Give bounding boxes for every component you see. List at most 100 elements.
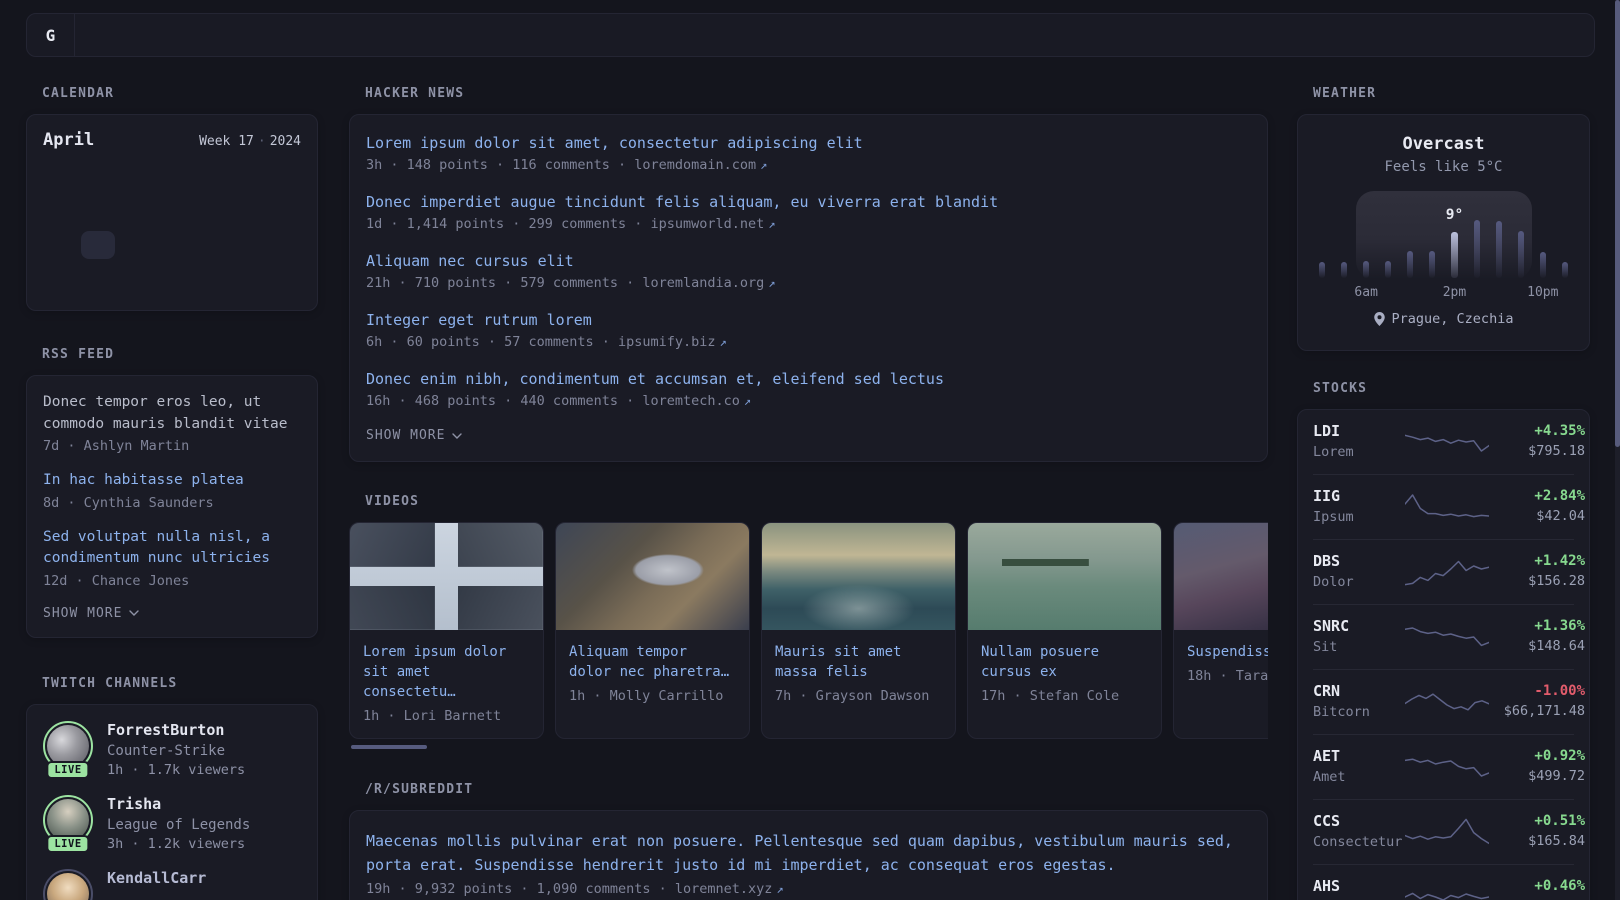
stock-id: LDI Lorem [1313, 422, 1405, 461]
external-link-icon: ↗ [776, 882, 784, 896]
video-meta: 18h · Tara [1187, 668, 1268, 684]
hackernews-item-title-link[interactable]: Donec imperdiet augue tincidunt felis al… [366, 192, 1251, 213]
calendar-section-title: CALENDAR [42, 86, 115, 101]
video-thumbnail [556, 523, 749, 630]
hackernews-item-title-link[interactable]: Integer eget rutrum lorem [366, 310, 1251, 331]
calendar-day[interactable] [229, 262, 263, 290]
stock-change: +0.51% [1534, 813, 1585, 829]
weather-bar [1407, 251, 1414, 278]
hackernews-item-title-link[interactable]: Donec enim nibh, condimentum et accumsan… [366, 369, 1251, 390]
video-card[interactable]: Mauris sit amet massa felis 7h · Grayson… [761, 522, 956, 739]
video-card[interactable]: Lorem ipsum dolor sit amet consectetu… 1… [349, 522, 544, 739]
stock-change: +0.92% [1534, 748, 1585, 764]
hackernews-item-title-link[interactable]: Lorem ipsum dolor sit amet, consectetur … [366, 133, 1251, 154]
external-link-icon: ↗ [768, 276, 776, 290]
calendar-day[interactable] [266, 200, 300, 228]
weather-bar [1319, 262, 1325, 278]
twitch-section: TWITCH CHANNELS LIVE ForrestBurton Count… [26, 676, 318, 900]
twitch-avatar-wrap: LIVE [43, 720, 93, 779]
twitch-channel-name-link[interactable]: Trisha [107, 795, 250, 813]
calendar-dow [80, 163, 117, 187]
twitch-channel-row: LIVE KendallCarr [43, 868, 301, 900]
calendar-day[interactable] [81, 262, 115, 290]
calendar-day[interactable] [266, 262, 300, 290]
weather-chart: 6am 9° 2pm 10pm [1319, 191, 1569, 300]
hackernews-item-domain-link[interactable]: ipsumify.biz ↗ [618, 334, 727, 350]
hackernews-item-domain: loremlandia.org [642, 275, 765, 291]
hackernews-show-more-button[interactable]: SHOW MORE [366, 428, 463, 443]
hackernews-item-meta: 3h · 148 points · 116 comments · loremdo… [366, 157, 1251, 173]
video-title-link[interactable]: Suspendisse diam [1187, 642, 1268, 662]
weather-bar-slot [1473, 219, 1480, 278]
subreddit-post: Maecenas mollis pulvinar erat non posuer… [366, 829, 1251, 897]
stock-name: Amet [1313, 769, 1346, 785]
video-title-link[interactable]: Mauris sit amet massa felis [775, 642, 942, 682]
calendar-day[interactable] [229, 200, 263, 228]
rss-item-title-link[interactable]: Sed volutpat nulla nisl, a condimentum n… [43, 527, 301, 570]
subreddit-post-meta-text: 19h · 9,932 points · 1,090 comments · [366, 881, 667, 897]
rss-item-title-link[interactable]: In hac habitasse platea [43, 470, 301, 492]
weather-bar-slot [1319, 219, 1326, 278]
calendar-day[interactable] [44, 262, 78, 290]
stock-change: +1.36% [1534, 618, 1585, 634]
weather-time-label: 2pm [1442, 285, 1467, 300]
stock-row[interactable]: CRN Bitcorn -1.00% $66,171.48 [1313, 669, 1585, 734]
subreddit-post-title-link[interactable]: Maecenas mollis pulvinar erat non posuer… [366, 829, 1251, 877]
video-title-link[interactable]: Lorem ipsum dolor sit amet consectetu… [363, 642, 530, 702]
hackernews-item-domain-link[interactable]: ipsumworld.net ↗ [650, 216, 775, 232]
calendar-day[interactable] [155, 200, 189, 228]
hackernews-item-domain-link[interactable]: loremdomain.com ↗ [634, 157, 767, 173]
hackernews-item-meta: 1d · 1,414 points · 299 comments · ipsum… [366, 216, 1251, 232]
calendar-day[interactable] [81, 231, 116, 259]
calendar-day[interactable] [81, 200, 115, 228]
twitch-channel-row: LIVE Trisha League of Legends 3h · 1.2k … [43, 794, 301, 853]
rss-show-more-button[interactable]: SHOW MORE [43, 606, 140, 621]
subreddit-post-meta: 19h · 9,932 points · 1,090 comments · lo… [366, 881, 1251, 897]
stock-row[interactable]: AET Amet +0.92% $499.72 [1313, 734, 1585, 799]
stock-row[interactable]: IIG Ipsum +2.84% $42.04 [1313, 474, 1585, 539]
video-card[interactable]: Nullam posuere cursus ex 17h · Stefan Co… [967, 522, 1162, 739]
video-card[interactable]: Aliquam tempor dolor nec pharetra… 1h · … [555, 522, 750, 739]
stock-price: $148.64 [1528, 638, 1585, 654]
calendar-day[interactable] [192, 262, 226, 290]
calendar-day[interactable] [44, 200, 78, 228]
subreddit-post-domain-link[interactable]: loremnet.xyz ↗ [675, 881, 784, 897]
stock-sparkline [1405, 818, 1489, 844]
weather-bars: 6am 9° 2pm 10pm [1319, 207, 1569, 300]
stock-row[interactable]: LDI Lorem +4.35% $795.18 [1313, 410, 1585, 474]
weather-bar-slot [1429, 219, 1436, 278]
video-meta: 1h · Lori Barnett [363, 708, 502, 724]
calendar-day[interactable] [155, 262, 189, 290]
hackernews-item-domain-link[interactable]: loremtech.co ↗ [642, 393, 751, 409]
calendar-day[interactable] [266, 231, 300, 259]
stock-row[interactable]: AHS +0.46% [1313, 864, 1585, 900]
calendar-day[interactable] [192, 200, 226, 228]
weather-feels-like: Feels like 5°C [1384, 159, 1503, 175]
calendar-day[interactable] [44, 231, 78, 259]
weather-temp-label: 9° [1445, 207, 1464, 223]
calendar-day[interactable] [118, 200, 152, 228]
video-card[interactable]: Suspendisse diam 18h · Tara [1173, 522, 1268, 739]
calendar-day[interactable] [118, 262, 152, 290]
calendar-day[interactable] [118, 231, 152, 259]
page-scrollbar-thumb[interactable] [1615, 0, 1620, 447]
stock-row[interactable]: SNRC Sit +1.36% $148.64 [1313, 604, 1585, 669]
video-title-link[interactable]: Aliquam tempor dolor nec pharetra… [569, 642, 736, 682]
app-logo[interactable]: G [27, 14, 75, 56]
right-column: WEATHER Overcast Feels like 5°C 6am 9° 2… [1297, 86, 1590, 900]
calendar-day[interactable] [229, 231, 263, 259]
calendar-day[interactable] [192, 231, 226, 259]
videos-scrollbar[interactable] [351, 745, 427, 749]
stock-values: -1.00% $66,171.48 [1489, 683, 1585, 720]
hackernews-item-domain-link[interactable]: loremlandia.org ↗ [642, 275, 775, 291]
twitch-channel-name-link[interactable]: KendallCarr [107, 869, 206, 887]
rss-item-title-link[interactable]: Donec tempor eros leo, ut commodo mauris… [43, 392, 301, 435]
video-thumbnail [1174, 523, 1268, 630]
calendar-day[interactable] [155, 231, 189, 259]
stock-row[interactable]: DBS Dolor +1.42% $156.28 [1313, 539, 1585, 604]
hackernews-item-title-link[interactable]: Aliquam nec cursus elit [366, 251, 1251, 272]
video-title-link[interactable]: Nullam posuere cursus ex [981, 642, 1148, 682]
twitch-channel-name-link[interactable]: ForrestBurton [107, 721, 245, 739]
avatar[interactable] [43, 868, 93, 900]
stock-row[interactable]: CCS Consectetur +0.51% $165.84 [1313, 799, 1585, 864]
